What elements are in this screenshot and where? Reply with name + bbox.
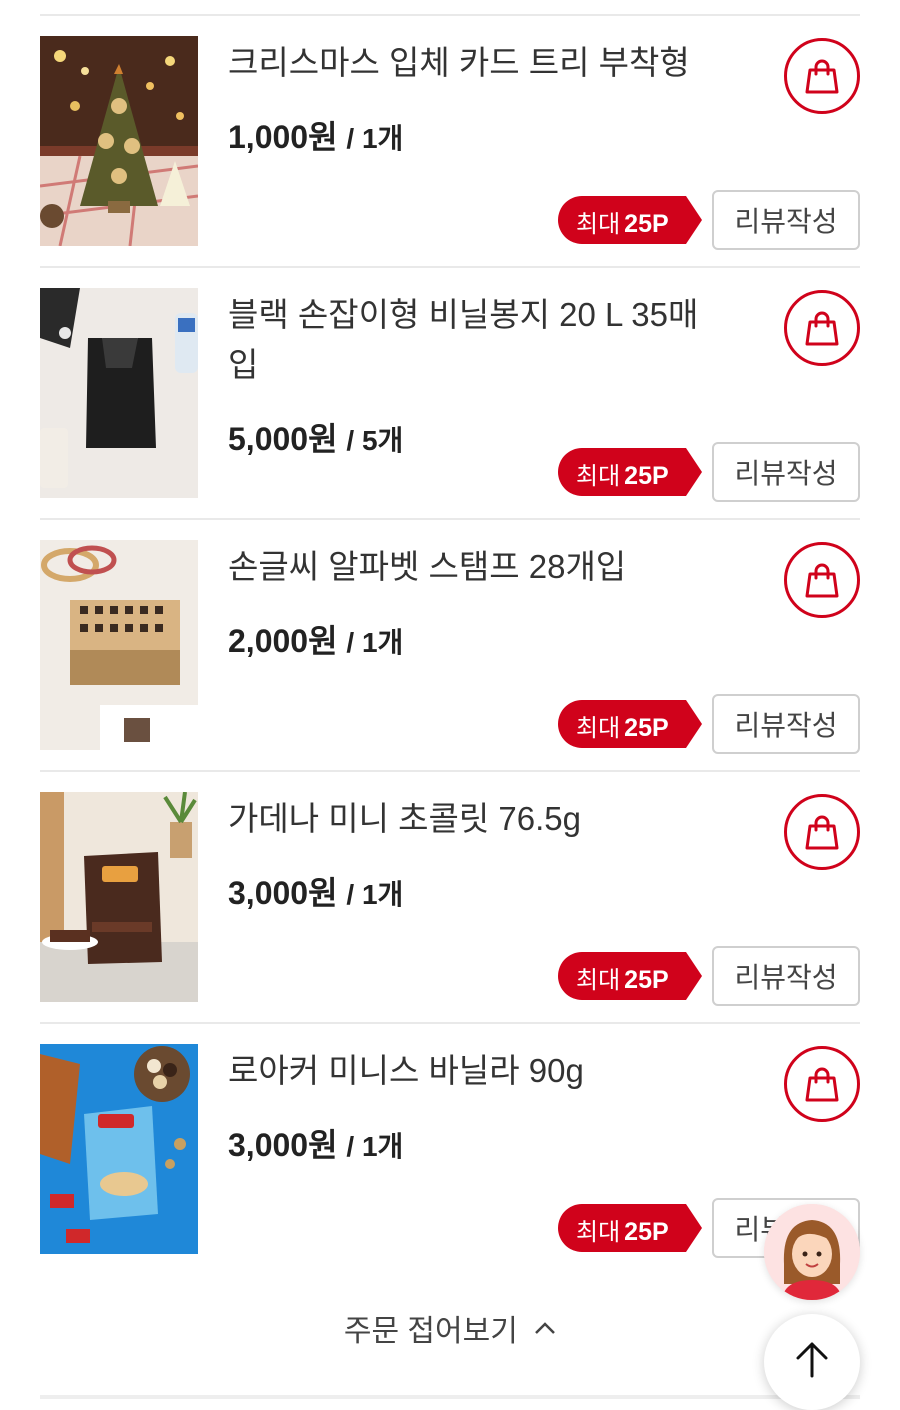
product-name[interactable]: 손글씨 알파벳 스탬프 28개입: [228, 542, 728, 592]
price-amount: 3,000원: [228, 875, 338, 911]
product-image[interactable]: [40, 36, 198, 246]
order-item: 로아커 미니스 바닐라 90g 3,000원 / 1개 최대25P 리뷰작성: [40, 1022, 860, 1274]
assistant-avatar-icon: [764, 1204, 860, 1300]
write-review-button[interactable]: 리뷰작성: [712, 190, 860, 250]
collapse-order-button[interactable]: 주문 접어보기: [0, 1306, 900, 1350]
points-badge: 최대 25P: [558, 952, 702, 1000]
badge-points: 25P: [624, 210, 669, 238]
chevron-up-icon: [535, 1322, 556, 1334]
price-quantity: / 5개: [346, 425, 404, 456]
price-amount: 1,000원: [228, 119, 338, 155]
points-badge: 최대 25P: [558, 448, 702, 496]
badge-points: 25P: [624, 714, 669, 742]
badge-points: 25P: [624, 1218, 669, 1246]
add-to-cart-button[interactable]: [784, 290, 860, 366]
product-image[interactable]: [40, 792, 198, 1002]
shopping-bag-icon: [805, 311, 839, 346]
add-to-cart-button[interactable]: [784, 1046, 860, 1122]
collapse-order-label: 주문 접어보기: [343, 1315, 518, 1348]
order-item: 손글씨 알파벳 스탬프 28개입 2,000원 / 1개 최대 25P 리뷰작성: [40, 518, 860, 770]
product-name[interactable]: 크리스마스 입체 카드 트리 부착형: [228, 38, 728, 88]
price-amount: 2,000원: [228, 623, 338, 659]
badge-prefix: 최대: [576, 967, 621, 994]
arrow-up-icon: [796, 1342, 828, 1378]
product-name[interactable]: 가데나 미니 초콜릿 76.5g: [228, 794, 728, 844]
badge-points: 25P: [624, 462, 669, 490]
order-item-list: 크리스마스 입체 카드 트리 부착형 1,000원 / 1개 최대 25P 리뷰작…: [40, 0, 860, 1274]
add-to-cart-button[interactable]: [784, 38, 860, 114]
price-quantity: / 1개: [346, 879, 404, 910]
price-amount: 3,000원: [228, 1127, 338, 1163]
price-quantity: / 1개: [346, 1131, 404, 1162]
scroll-to-top-button[interactable]: [764, 1314, 860, 1410]
order-item: 블랙 손잡이형 비닐봉지 20 L 35매입 5,000원 / 5개 최대 25P…: [40, 266, 860, 518]
shopping-bag-icon: [805, 563, 839, 598]
write-review-button[interactable]: 리뷰작성: [712, 442, 860, 502]
badge-prefix: 최대: [576, 463, 621, 490]
shopping-bag-icon: [805, 815, 839, 850]
points-badge: 최대 25P: [558, 700, 702, 748]
price-quantity: / 1개: [346, 123, 404, 154]
badge-points: 25P: [624, 966, 669, 994]
product-image[interactable]: [40, 288, 198, 498]
price-quantity: / 1개: [346, 627, 404, 658]
product-price: 3,000원 / 1개: [228, 868, 403, 914]
add-to-cart-button[interactable]: [784, 794, 860, 870]
order-item: 크리스마스 입체 카드 트리 부착형 1,000원 / 1개 최대 25P 리뷰작…: [40, 14, 860, 266]
product-image[interactable]: [40, 1044, 198, 1254]
price-amount: 5,000원: [228, 421, 338, 457]
points-badge: 최대 25P: [558, 196, 702, 244]
chatbot-avatar-button[interactable]: [764, 1204, 860, 1300]
product-name[interactable]: 로아커 미니스 바닐라 90g: [228, 1046, 728, 1096]
write-review-button[interactable]: 리뷰작성: [712, 694, 860, 754]
section-divider: [40, 1395, 860, 1399]
product-price: 3,000원 / 1개: [228, 1120, 403, 1166]
product-image[interactable]: [40, 540, 198, 750]
badge-prefix: 최대: [576, 211, 621, 238]
write-review-button[interactable]: 리뷰작성: [712, 946, 860, 1006]
add-to-cart-button[interactable]: [784, 542, 860, 618]
product-price: 5,000원 / 5개: [228, 414, 403, 460]
shopping-bag-icon: [805, 1067, 839, 1102]
badge-prefix: 최대: [576, 1219, 621, 1246]
points-badge: 최대 25P: [558, 1204, 702, 1252]
shopping-bag-icon: [805, 59, 839, 94]
product-name[interactable]: 블랙 손잡이형 비닐봉지 20 L 35매입: [228, 290, 728, 390]
product-price: 1,000원 / 1개: [228, 112, 403, 158]
order-item: 가데나 미니 초콜릿 76.5g 3,000원 / 1개 최대 25P 리뷰작성: [40, 770, 860, 1022]
product-price: 2,000원 / 1개: [228, 616, 403, 662]
badge-prefix: 최대: [576, 715, 621, 742]
